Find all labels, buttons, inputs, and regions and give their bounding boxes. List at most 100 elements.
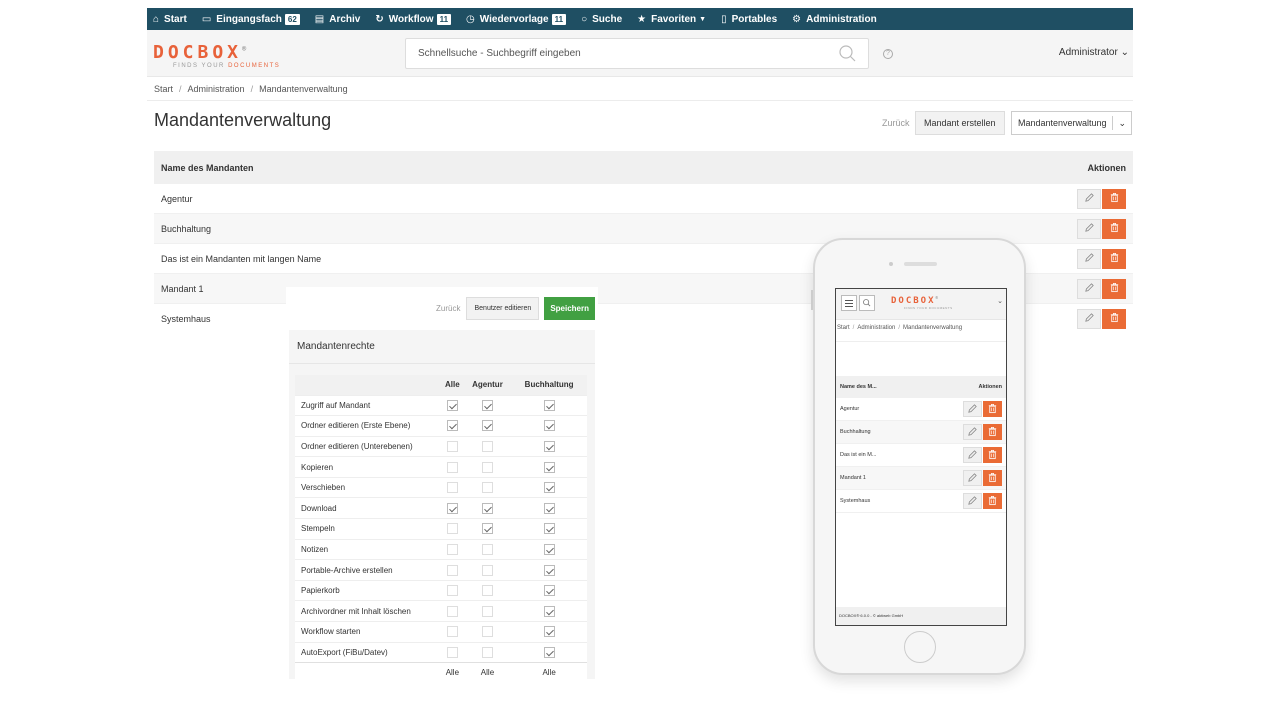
mandant-name: Agentur	[840, 406, 860, 412]
nav-portables[interactable]: ▯ Portables	[721, 14, 777, 25]
right-checkbox[interactable]	[446, 646, 458, 658]
portable-icon: ▯	[721, 13, 727, 25]
delete-button[interactable]	[1102, 278, 1126, 299]
right-checkbox[interactable]	[446, 482, 458, 494]
right-checkbox[interactable]	[481, 646, 493, 658]
right-checkbox[interactable]	[481, 605, 493, 617]
mandant-name: Buchhaltung	[161, 223, 212, 234]
edit-button[interactable]	[1077, 218, 1101, 239]
edit-button[interactable]	[1077, 188, 1101, 209]
edit-button[interactable]	[963, 401, 982, 417]
delete-button[interactable]	[983, 401, 1002, 417]
nav-favoriten[interactable]: ★ Favoriten ▼	[637, 14, 706, 25]
right-checkbox[interactable]	[446, 626, 458, 638]
help-icon[interactable]: ?	[883, 49, 893, 59]
right-checkbox[interactable]	[543, 420, 555, 432]
chevron-down-icon[interactable]: ⌄	[997, 297, 1003, 305]
right-checkbox[interactable]	[446, 420, 458, 432]
delete-button[interactable]	[983, 493, 1002, 509]
right-checkbox[interactable]	[543, 646, 555, 658]
right-checkbox[interactable]	[481, 502, 493, 514]
edit-button[interactable]	[963, 493, 982, 509]
right-checkbox[interactable]	[446, 605, 458, 617]
right-checkbox[interactable]	[543, 502, 555, 514]
edit-button[interactable]	[963, 447, 982, 463]
rights-row: Download	[295, 497, 587, 519]
delete-button[interactable]	[1102, 248, 1126, 269]
pencil-icon	[967, 472, 978, 485]
right-checkbox[interactable]	[481, 543, 493, 555]
nav-start[interactable]: ⌂ Start	[153, 14, 187, 25]
right-checkbox[interactable]	[543, 605, 555, 617]
nav-administration[interactable]: ⚙ Administration	[792, 14, 877, 25]
right-checkbox[interactable]	[446, 440, 458, 452]
right-checkbox[interactable]	[543, 482, 555, 494]
edit-button[interactable]	[963, 424, 982, 440]
quick-search-input[interactable]	[406, 39, 826, 68]
user-menu[interactable]: Administrator ⌄	[1059, 47, 1129, 58]
breadcrumb-administration[interactable]: Administration	[188, 84, 245, 94]
edit-button[interactable]	[1077, 278, 1101, 299]
edit-button[interactable]	[1077, 248, 1101, 269]
right-checkbox[interactable]	[446, 461, 458, 473]
select-all-buchhaltung[interactable]: Alle	[511, 662, 587, 679]
edit-button[interactable]	[963, 470, 982, 486]
right-checkbox[interactable]	[543, 523, 555, 535]
rights-back-link[interactable]: Zurück	[436, 304, 460, 313]
right-checkbox[interactable]	[481, 523, 493, 535]
magnifier-icon[interactable]	[839, 45, 856, 62]
select-all-agentur[interactable]: Alle	[463, 662, 512, 679]
right-checkbox[interactable]	[481, 626, 493, 638]
nav-archiv[interactable]: ▤ Archiv	[315, 14, 361, 25]
right-checkbox[interactable]	[446, 523, 458, 535]
delete-button[interactable]	[1102, 218, 1126, 239]
right-checkbox[interactable]	[481, 482, 493, 494]
home-button[interactable]	[904, 631, 936, 663]
column-header-name: Name des Mandanten	[161, 162, 254, 173]
select-all-alle[interactable]: Alle	[441, 662, 464, 679]
right-checkbox[interactable]	[543, 461, 555, 473]
nav-workflow[interactable]: ↻ Workflow 11	[375, 13, 452, 25]
right-checkbox[interactable]	[543, 543, 555, 555]
right-checkbox[interactable]	[543, 399, 555, 411]
right-label: AutoExport (FiBu/Datev)	[295, 641, 441, 663]
docbox-logo[interactable]: DOCBOX® FINDS YOUR DOCUMENTS	[153, 40, 293, 70]
mobile-logo[interactable]: DOCBOX®	[891, 295, 940, 306]
back-link[interactable]: Zurück	[882, 118, 910, 128]
right-checkbox[interactable]	[543, 626, 555, 638]
delete-button[interactable]	[983, 447, 1002, 463]
right-checkbox[interactable]	[543, 564, 555, 576]
pencil-icon	[1084, 282, 1095, 295]
right-checkbox[interactable]	[446, 543, 458, 555]
view-select[interactable]: Mandantenverwaltung ⌄	[1011, 111, 1132, 135]
mobile-search-icon[interactable]	[859, 295, 875, 311]
breadcrumb: Start / Administration / Mandantenverwal…	[147, 77, 1133, 101]
right-checkbox[interactable]	[446, 564, 458, 576]
pencil-icon	[1084, 252, 1095, 265]
edit-users-button[interactable]: Benutzer editieren	[466, 297, 540, 320]
right-checkbox[interactable]	[481, 399, 493, 411]
right-checkbox[interactable]	[446, 399, 458, 411]
right-checkbox[interactable]	[481, 461, 493, 473]
right-checkbox[interactable]	[481, 440, 493, 452]
right-checkbox[interactable]	[543, 585, 555, 597]
hamburger-menu-icon[interactable]	[841, 295, 857, 311]
right-checkbox[interactable]	[446, 585, 458, 597]
right-checkbox[interactable]	[446, 502, 458, 514]
right-checkbox[interactable]	[481, 564, 493, 576]
save-button[interactable]: Speichern	[544, 297, 595, 320]
delete-button[interactable]	[1102, 188, 1126, 209]
nav-eingangsfach[interactable]: ▭ Eingangsfach 62	[202, 13, 300, 25]
delete-button[interactable]	[983, 424, 1002, 440]
create-mandant-button[interactable]: Mandant erstellen	[915, 111, 1005, 135]
right-checkbox[interactable]	[481, 420, 493, 432]
trash-icon	[987, 472, 998, 485]
edit-button[interactable]	[1077, 308, 1101, 329]
right-checkbox[interactable]	[543, 440, 555, 452]
right-checkbox[interactable]	[481, 585, 493, 597]
nav-wiedervorlage[interactable]: ◷ Wiedervorlage 11	[466, 13, 567, 25]
delete-button[interactable]	[983, 470, 1002, 486]
nav-suche[interactable]: ○ Suche	[581, 14, 622, 25]
breadcrumb-start[interactable]: Start	[154, 84, 173, 94]
delete-button[interactable]	[1102, 308, 1126, 329]
